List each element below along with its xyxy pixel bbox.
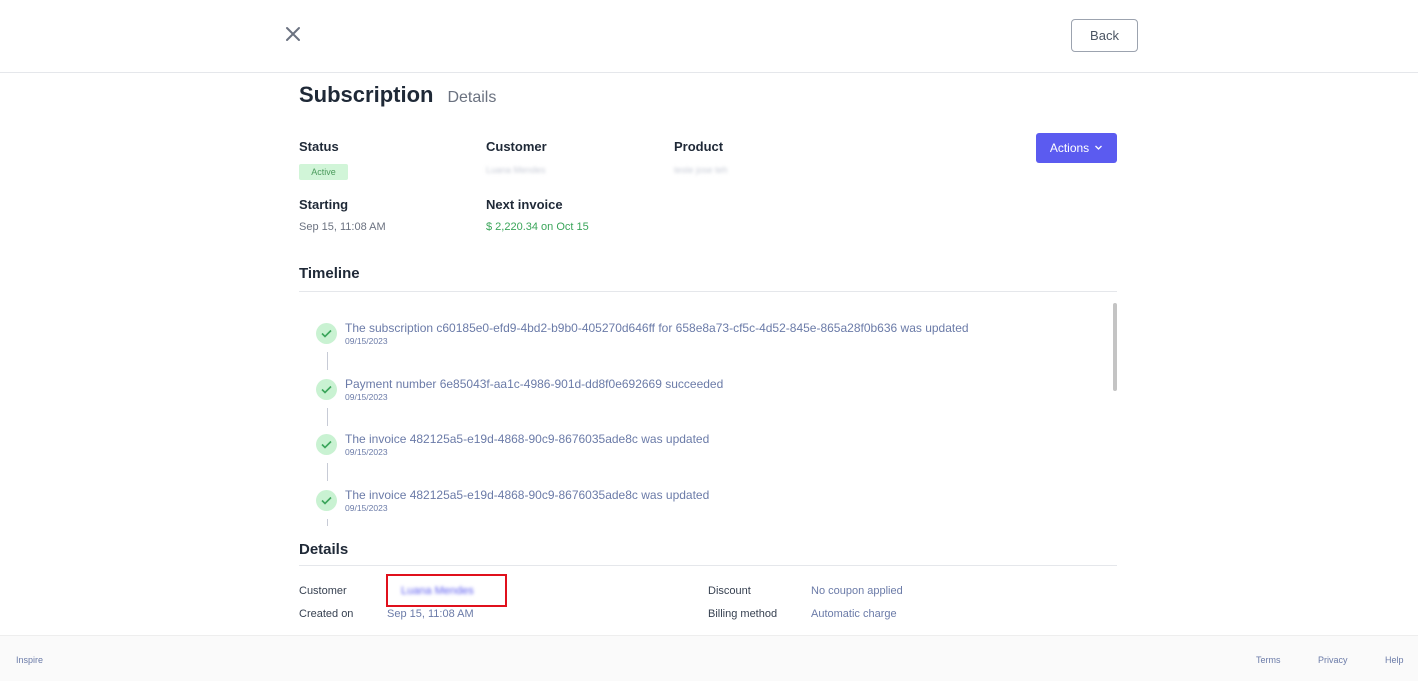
status-label: Status — [299, 139, 339, 154]
timeline-item-text: The invoice 482125a5-e19d-4868-90c9-8676… — [345, 488, 710, 502]
footer-terms-link[interactable]: Terms — [1256, 655, 1281, 665]
details-divider — [299, 565, 1117, 566]
details-billing-label: Billing method — [708, 608, 778, 620]
customer-label: Customer — [486, 139, 547, 154]
product-value: teste jose teh — [674, 165, 728, 175]
details-customer-link[interactable]: Luana Mendes — [401, 585, 474, 597]
timeline-item-text: The invoice 482125a5-e19d-4868-90c9-8676… — [345, 432, 710, 446]
timeline-item-date: 09/15/2023 — [345, 336, 388, 346]
timeline-connector — [327, 519, 328, 526]
timeline-item-date: 09/15/2023 — [345, 447, 388, 457]
back-button[interactable]: Back — [1071, 19, 1138, 52]
timeline-title: Timeline — [299, 265, 360, 282]
details-title: Details — [299, 541, 349, 558]
actions-button-label: Actions — [1049, 141, 1090, 155]
title-row: Subscription Details — [299, 82, 496, 108]
details-customer-label: Customer — [299, 585, 347, 597]
check-circle-icon — [316, 490, 337, 511]
timeline-connector — [327, 408, 328, 426]
product-label: Product — [674, 139, 724, 154]
check-circle-icon — [316, 434, 337, 455]
page-subtitle: Details — [447, 89, 497, 106]
footer-privacy-link[interactable]: Privacy — [1318, 655, 1348, 665]
page-title: Subscription — [299, 82, 434, 107]
footer-help-link[interactable]: Help — [1385, 655, 1404, 665]
details-created-value: Sep 15, 11:08 AM — [387, 608, 474, 620]
status-badge: Active — [299, 164, 348, 180]
timeline-scrollbar[interactable] — [1113, 303, 1117, 391]
footer: Inspire Terms Privacy Help — [0, 635, 1418, 681]
starting-label: Starting — [299, 197, 349, 212]
chevron-down-icon — [1094, 141, 1103, 155]
top-bar: Back — [0, 0, 1418, 73]
starting-value: Sep 15, 11:08 AM — [299, 221, 386, 233]
check-circle-icon — [316, 323, 337, 344]
timeline-item-date: 09/15/2023 — [345, 503, 388, 513]
close-icon[interactable] — [283, 24, 305, 46]
next-invoice-label: Next invoice — [486, 197, 563, 212]
details-billing-value: Automatic charge — [811, 608, 897, 620]
details-discount-label: Discount — [708, 585, 751, 597]
timeline-item-date: 09/15/2023 — [345, 392, 388, 402]
timeline-connector — [327, 463, 328, 481]
next-invoice-value: $ 2,220.34 on Oct 15 — [486, 221, 589, 233]
customer-value: Luana Mendes — [486, 165, 546, 175]
footer-brand: Inspire — [16, 655, 44, 665]
check-circle-icon — [316, 379, 337, 400]
timeline-item-text: Payment number 6e85043f-aa1c-4986-901d-d… — [345, 377, 724, 391]
timeline-item-text: The subscription c60185e0-efd9-4bd2-b9b0… — [345, 321, 969, 335]
timeline-list[interactable]: The subscription c60185e0-efd9-4bd2-b9b0… — [299, 298, 1119, 526]
details-created-label: Created on — [299, 608, 354, 620]
actions-button[interactable]: Actions — [1036, 133, 1117, 163]
details-discount-value: No coupon applied — [811, 585, 903, 597]
timeline-divider — [299, 291, 1117, 292]
timeline-connector — [327, 352, 328, 370]
